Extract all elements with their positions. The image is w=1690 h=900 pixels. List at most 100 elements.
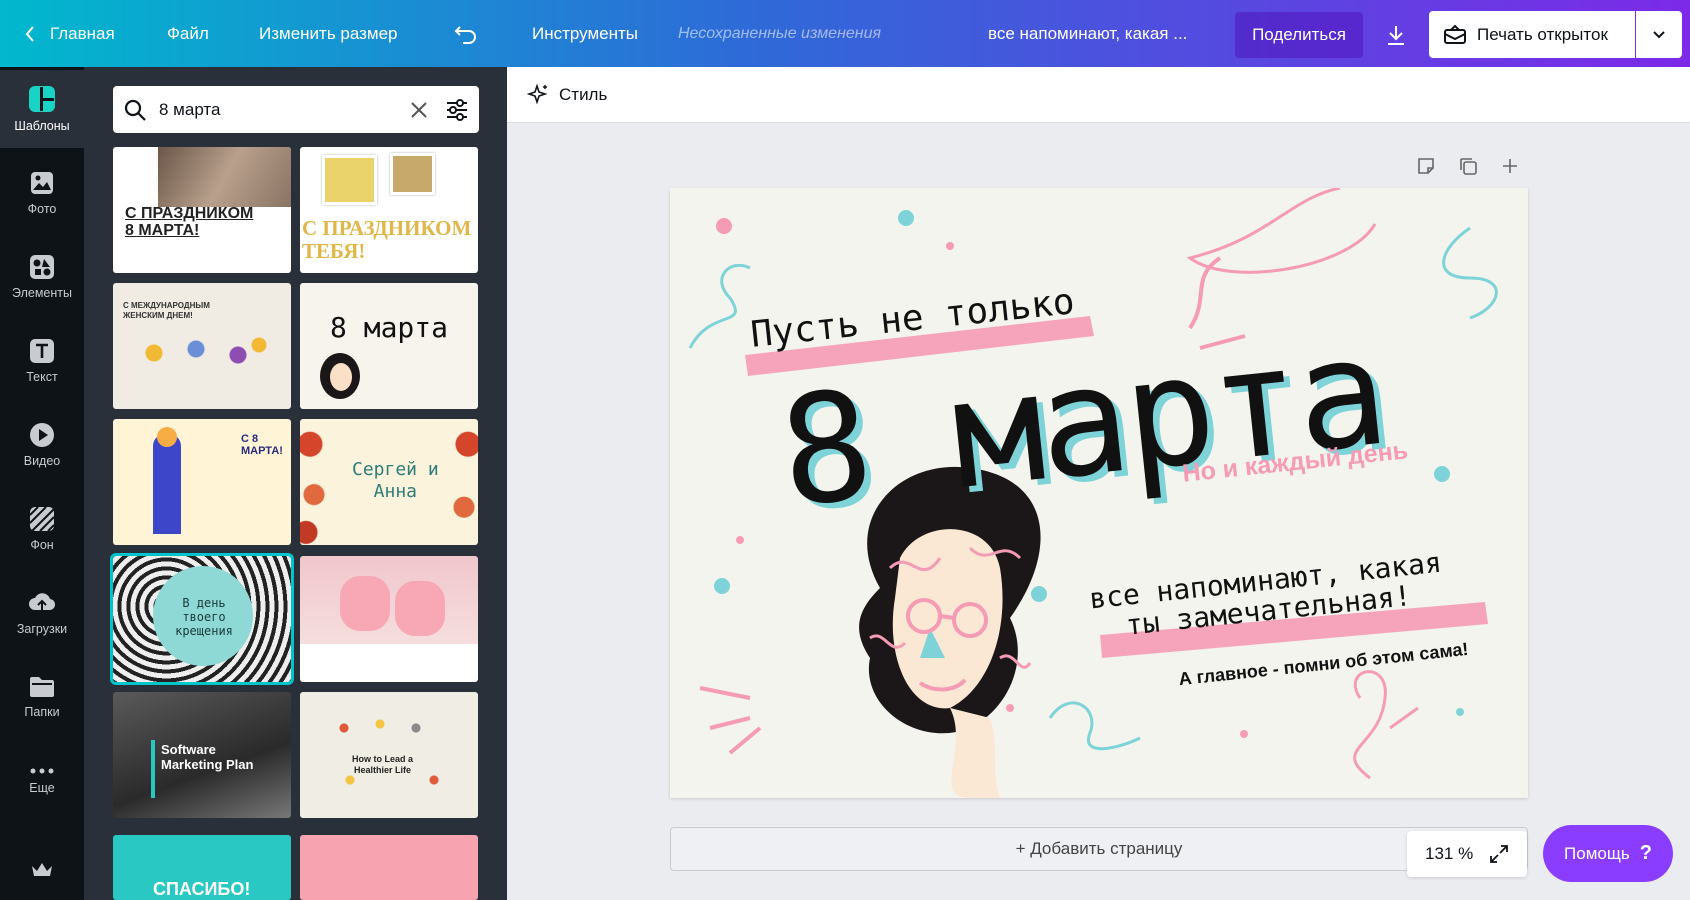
rail-item-folders[interactable]: Папки [0, 658, 84, 736]
undo-button[interactable] [454, 0, 478, 67]
thumb-photo [322, 155, 377, 205]
thumb-title: В день твоего крещения [175, 596, 233, 638]
rail-label: Загрузки [16, 622, 68, 636]
home-button[interactable]: Главная [24, 0, 115, 67]
more-icon [30, 768, 54, 774]
file-menu[interactable]: Файл [167, 0, 209, 67]
thumb-head [157, 427, 177, 447]
thumb-face [330, 363, 352, 391]
thumb-title: Software Marketing Plan [161, 742, 254, 772]
template-thumbnail[interactable]: С ПРАЗДНИКОМ 8 МАРТА! [113, 147, 291, 273]
thumb-title: С МЕЖДУНАРОДНЫМ ЖЕНСКИМ ДНЕМ! [123, 301, 210, 320]
question-icon: ? [1639, 842, 1652, 864]
note-icon[interactable] [1416, 156, 1436, 176]
style-label: Стиль [559, 85, 608, 104]
add-page-button[interactable]: + Добавить страницу [670, 827, 1528, 871]
template-thumbnail[interactable]: How to Lead a Healthier Life [300, 692, 478, 818]
thumb-flowers [133, 333, 273, 373]
template-thumbnail[interactable]: С МЕЖДУНАРОДНЫМ ЖЕНСКИМ ДНЕМ! [113, 283, 291, 409]
rail-item-more[interactable]: Еще [0, 742, 84, 820]
sparkle-icon [527, 83, 548, 105]
clear-icon[interactable] [409, 100, 429, 120]
rail-item-background[interactable]: Фон [0, 490, 84, 568]
thumb-flowers [448, 419, 478, 545]
zoom-control[interactable]: 131 % [1407, 831, 1527, 877]
download-button[interactable] [1375, 12, 1417, 58]
resize-button[interactable]: Изменить размер [259, 0, 398, 67]
filter-icon[interactable] [445, 98, 469, 121]
text-icon [30, 339, 54, 363]
thumb-photo [395, 581, 445, 636]
thumb-photo [340, 576, 390, 631]
envelope-icon [1444, 24, 1466, 44]
crown-icon [32, 863, 52, 876]
template-thumbnail[interactable] [300, 835, 478, 900]
thumb-title: 8 марта [330, 311, 449, 344]
template-thumbnail[interactable]: СПАСИБО! [113, 835, 291, 900]
template-thumbnail[interactable]: Software Marketing Plan [113, 692, 291, 818]
rail-label: Текст [26, 370, 58, 384]
zoom-level[interactable]: 131 % [1425, 844, 1473, 864]
rail-item-elements[interactable]: Элементы [0, 238, 84, 316]
search-icon [124, 99, 146, 121]
rail-label: Фото [27, 202, 57, 216]
home-label: Главная [50, 23, 115, 43]
style-toolbar: Стиль [507, 67, 1690, 123]
templates-icon [29, 86, 55, 112]
template-thumbnail[interactable]: С ПРАЗДНИКОМ ТЕБЯ! [300, 147, 478, 273]
template-thumbnail[interactable]: 8 марта [300, 283, 478, 409]
print-cards-button[interactable]: Печать открыток [1429, 11, 1635, 58]
design-canvas[interactable]: Пусть не только 8 марта Но и каждый день… [670, 188, 1528, 798]
chevron-left-icon [25, 25, 34, 42]
thumb-title: СПАСИБО! [153, 879, 251, 899]
duplicate-icon[interactable] [1458, 156, 1478, 176]
rail-item-video[interactable]: Видео [0, 406, 84, 484]
print-dropdown-button[interactable] [1636, 11, 1682, 58]
thumb-dots [332, 712, 452, 792]
rail-item-uploads[interactable]: Загрузки [0, 574, 84, 652]
rail-item-photo[interactable]: Фото [0, 154, 84, 232]
thumb-title: Сергей и Анна [352, 459, 439, 502]
rail-label: Папки [24, 705, 60, 719]
thumb-accent [151, 740, 155, 798]
download-icon [1388, 26, 1404, 45]
background-icon [29, 506, 55, 532]
share-button[interactable]: Поделиться [1235, 12, 1363, 58]
help-button[interactable]: Помощь ? [1543, 825, 1673, 882]
rail-item-templates[interactable]: Шаблоны [0, 70, 84, 148]
rail-label: Видео [23, 454, 61, 468]
rail-label: Еще [29, 781, 55, 795]
thumb-title: С ПРАЗДНИКОМ 8 МАРТА! [125, 205, 254, 239]
document-title[interactable]: все напоминают, какая ... [988, 0, 1187, 67]
thumb-figure [153, 434, 181, 534]
fullscreen-icon[interactable] [1489, 844, 1509, 864]
photo-icon [31, 172, 53, 194]
style-button[interactable]: Стиль [527, 67, 607, 123]
rail-label: Элементы [12, 286, 72, 300]
template-thumbnail-selected[interactable]: В день твоего крещения [110, 553, 294, 685]
template-thumbnail[interactable]: Сергей и Анна [300, 419, 478, 545]
rail-item-text[interactable]: Текст [0, 322, 84, 400]
chevron-down-icon [1653, 30, 1665, 38]
print-label: Печать открыток [1477, 24, 1608, 44]
undo-icon [454, 25, 476, 44]
page-actions [1416, 156, 1520, 176]
folder-icon [30, 677, 54, 697]
thumb-title: С 8 МАРТА! [241, 433, 283, 457]
template-thumbnail[interactable] [300, 556, 478, 682]
tools-menu[interactable]: Инструменты [532, 0, 638, 67]
search-input[interactable] [159, 99, 409, 120]
template-thumbnail[interactable]: С 8 МАРТА! [113, 419, 291, 545]
thumb-title: How to Lead a Healthier Life [352, 754, 414, 775]
top-bar: Главная Файл Изменить размер Инструменты… [0, 0, 1690, 67]
thumb-flowers [300, 419, 330, 545]
video-icon [30, 423, 54, 447]
thumb-photo [390, 153, 435, 195]
rail-label: Шаблоны [14, 119, 70, 133]
add-icon[interactable] [1500, 156, 1520, 176]
crown-button[interactable] [30, 860, 54, 885]
upload-icon [29, 593, 56, 612]
thumb-title: С ПРАЗДНИКОМ ТЕБЯ! [302, 216, 472, 263]
left-rail: Шаблоны Фото Элементы Текст Видео Фон За… [0, 67, 84, 900]
search-bar[interactable] [113, 86, 479, 133]
